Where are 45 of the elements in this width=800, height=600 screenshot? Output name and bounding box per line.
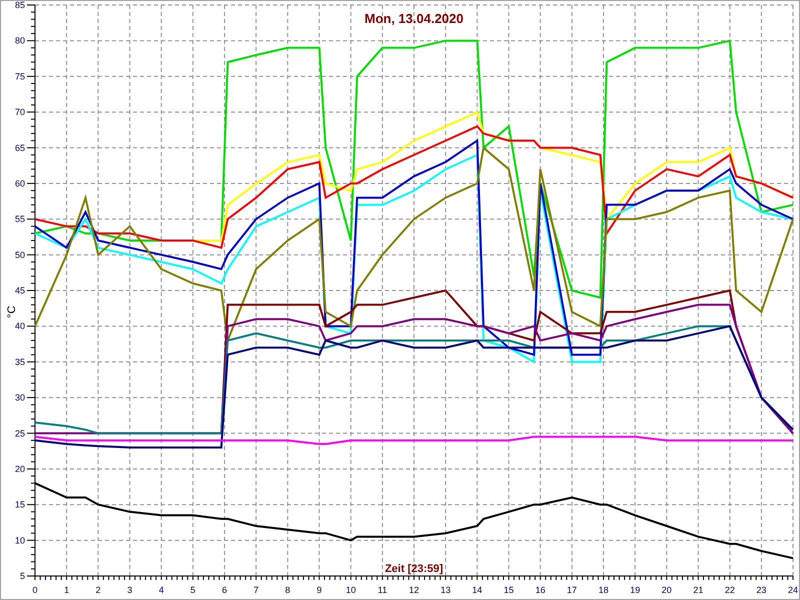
x-tick-label: 14 — [472, 585, 482, 595]
y-tick-label: 10 — [14, 535, 25, 546]
chart-title: Mon, 13.04.2020 — [364, 11, 464, 26]
x-tick-label: 6 — [222, 585, 227, 595]
x-tick-label: 8 — [285, 585, 290, 595]
x-axis-label: Zeit [23:59] — [384, 563, 444, 575]
x-tick-label: 13 — [440, 585, 451, 595]
x-tick-label: 12 — [409, 585, 419, 595]
y-tick-label: 60 — [14, 178, 25, 188]
x-tick-label: 23 — [756, 585, 766, 595]
x-tick-label: 3 — [127, 585, 132, 595]
x-tick-label: 15 — [504, 585, 514, 595]
x-tick-label: 22 — [724, 585, 735, 595]
x-tick-label: 19 — [630, 585, 640, 595]
x-tick-label: 2 — [96, 585, 101, 595]
x-tick-label: 20 — [662, 585, 672, 595]
x-tick-label: 11 — [378, 585, 388, 595]
x-tick-label: 1 — [64, 585, 70, 595]
y-tick-label: 15 — [14, 500, 25, 510]
y-tick-label: 5 — [20, 571, 25, 581]
y-tick-label: 50 — [14, 250, 25, 260]
y-tick-label: 70 — [14, 107, 25, 118]
y-tick-label: 55 — [14, 214, 25, 224]
y-tick-label: 20 — [14, 464, 25, 474]
y-tick-label: 75 — [14, 71, 25, 82]
y-tick-label: 35 — [14, 356, 25, 367]
x-tick-label: 24 — [788, 585, 798, 595]
y-tick-label: 30 — [14, 392, 25, 403]
x-tick-label: 16 — [535, 585, 546, 595]
x-tick-label: 21 — [693, 585, 704, 595]
y-axis-label: °C — [6, 306, 18, 318]
x-tick-label: 7 — [254, 585, 259, 595]
x-tick-label: 18 — [598, 585, 608, 595]
y-tick-label: 85 — [14, 1, 25, 10]
x-tick-label: 4 — [158, 585, 164, 595]
x-tick-label: 5 — [190, 585, 196, 595]
y-tick-label: 80 — [14, 36, 25, 46]
x-tick-label: 9 — [316, 585, 322, 595]
y-tick-label: 45 — [14, 286, 25, 296]
y-tick-label: 40 — [14, 321, 25, 332]
y-tick-label: 25 — [14, 428, 25, 438]
x-tick-label: 17 — [566, 585, 577, 595]
x-tick-label: 0 — [32, 585, 38, 595]
y-tick-label: 65 — [14, 142, 25, 153]
x-tick-label: 10 — [346, 585, 356, 595]
